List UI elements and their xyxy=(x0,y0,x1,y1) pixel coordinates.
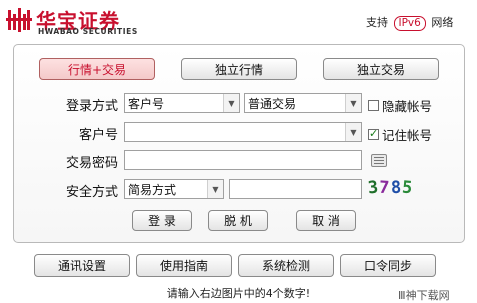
captcha-text-input[interactable] xyxy=(233,180,361,198)
remember-account-box[interactable] xyxy=(368,127,379,140)
password-input[interactable] xyxy=(128,151,361,169)
ipv6-support-note: 支持 IPv6 网络 xyxy=(366,14,453,31)
captcha-digit: 5 xyxy=(400,177,414,199)
password-label: 交易密码 xyxy=(65,156,118,171)
site-watermark: Ⅲ神下载网 xyxy=(398,289,450,302)
ipv6-badge: IPv6 xyxy=(393,16,426,31)
captcha-input[interactable] xyxy=(229,179,362,199)
login-button[interactable]: 登 录 xyxy=(132,210,192,231)
password-field[interactable] xyxy=(124,150,362,170)
hide-account-label: 隐藏帐号 xyxy=(382,99,433,114)
security-method-value: 简易方式 xyxy=(128,182,177,197)
account-label: 客户号 xyxy=(78,128,118,143)
network-settings-button[interactable]: 通讯设置 xyxy=(34,254,130,277)
chevron-down-icon[interactable]: ▼ xyxy=(345,94,361,112)
token-sync-button[interactable]: 口令同步 xyxy=(340,254,436,277)
brand-name-en: HWABAO SECURITIES xyxy=(38,27,138,36)
offline-button[interactable]: 脱 机 xyxy=(208,210,268,231)
account-value[interactable] xyxy=(125,123,345,141)
chevron-down-icon[interactable]: ▼ xyxy=(345,123,361,141)
system-check-button[interactable]: 系统检测 xyxy=(238,254,334,277)
tab-quote-and-trade[interactable]: 行情+交易 xyxy=(39,58,155,80)
support-prefix: 支持 xyxy=(366,16,388,29)
security-method-select[interactable]: 简易方式 ▼ xyxy=(124,179,224,199)
support-suffix: 网络 xyxy=(431,16,454,29)
soft-keyboard-icon[interactable] xyxy=(371,154,387,167)
hide-account-checkbox[interactable]: 隐藏帐号 xyxy=(368,96,432,115)
login-method-label: 登录方式 xyxy=(65,99,118,114)
login-method-value: 客户号 xyxy=(128,96,165,111)
trade-type-value: 普通交易 xyxy=(248,96,297,111)
cancel-button[interactable]: 取 消 xyxy=(296,210,356,231)
tab-quote-only[interactable]: 独立行情 xyxy=(181,58,297,80)
captcha-image[interactable]: 3785 xyxy=(367,177,414,199)
remember-account-checkbox[interactable]: 记住帐号 xyxy=(368,125,432,144)
captcha-digit: 7 xyxy=(378,177,392,199)
chevron-down-icon[interactable]: ▼ xyxy=(207,180,223,198)
trade-type-select[interactable]: 普通交易 ▼ xyxy=(244,93,362,113)
hwabao-logo-icon xyxy=(6,8,32,32)
hide-account-box[interactable] xyxy=(368,100,379,111)
user-guide-button[interactable]: 使用指南 xyxy=(136,254,232,277)
chevron-down-icon[interactable]: ▼ xyxy=(223,94,239,112)
security-method-label: 安全方式 xyxy=(65,185,118,200)
account-combobox[interactable]: ▼ xyxy=(124,122,362,142)
login-method-select[interactable]: 客户号 ▼ xyxy=(124,93,240,113)
title-header: 华宝证券 HWABAO SECURITIES 支持 IPv6 网络 xyxy=(0,0,477,40)
tab-trade-only[interactable]: 独立交易 xyxy=(323,58,439,80)
remember-account-label: 记住帐号 xyxy=(382,128,433,143)
